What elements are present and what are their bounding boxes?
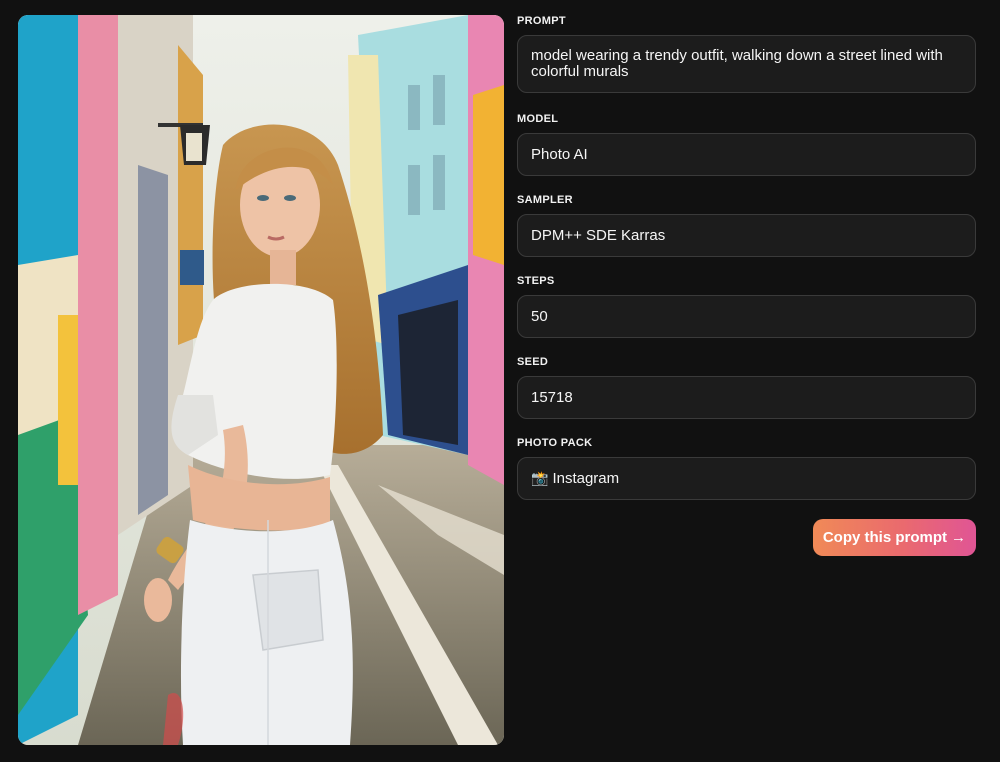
seed-label: SEED (517, 356, 549, 368)
generated-photo (18, 15, 504, 745)
prompt-label: PROMPT (517, 15, 566, 27)
camera-icon: 📸 (531, 470, 549, 486)
photo-pack-group: PHOTO PACK 📸 Instagram (517, 436, 976, 500)
steps-group: STEPS 50 (517, 274, 976, 338)
prompt-group: PROMPT model wearing a trendy outfit, wa… (517, 14, 976, 93)
photo-illustration (18, 15, 504, 745)
sampler-field[interactable]: DPM++ SDE Karras (517, 214, 976, 257)
seed-field[interactable]: 15718 (517, 376, 976, 419)
copy-prompt-label: Copy this prompt (822, 529, 947, 546)
sampler-label: SAMPLER (517, 194, 573, 206)
photo-pack-value: Instagram (552, 470, 620, 487)
prompt-field[interactable]: model wearing a trendy outfit, walking d… (517, 35, 976, 93)
sampler-group: SAMPLER DPM++ SDE Karras (517, 193, 976, 257)
steps-label: STEPS (517, 275, 555, 287)
model-field[interactable]: Photo AI (517, 133, 976, 176)
seed-group: SEED 15718 (517, 355, 976, 419)
model-label: MODEL (517, 113, 559, 125)
photo-pack-label: PHOTO PACK (517, 437, 593, 449)
copy-prompt-button[interactable]: Copy this prompt → (812, 519, 976, 556)
photo-pack-field[interactable]: 📸 Instagram (517, 457, 976, 500)
steps-field[interactable]: 50 (517, 295, 976, 338)
arrow-right-icon: → (951, 529, 966, 546)
model-group: MODEL Photo AI (517, 112, 976, 176)
prompt-details-panel: PROMPT model wearing a trendy outfit, wa… (517, 14, 976, 556)
